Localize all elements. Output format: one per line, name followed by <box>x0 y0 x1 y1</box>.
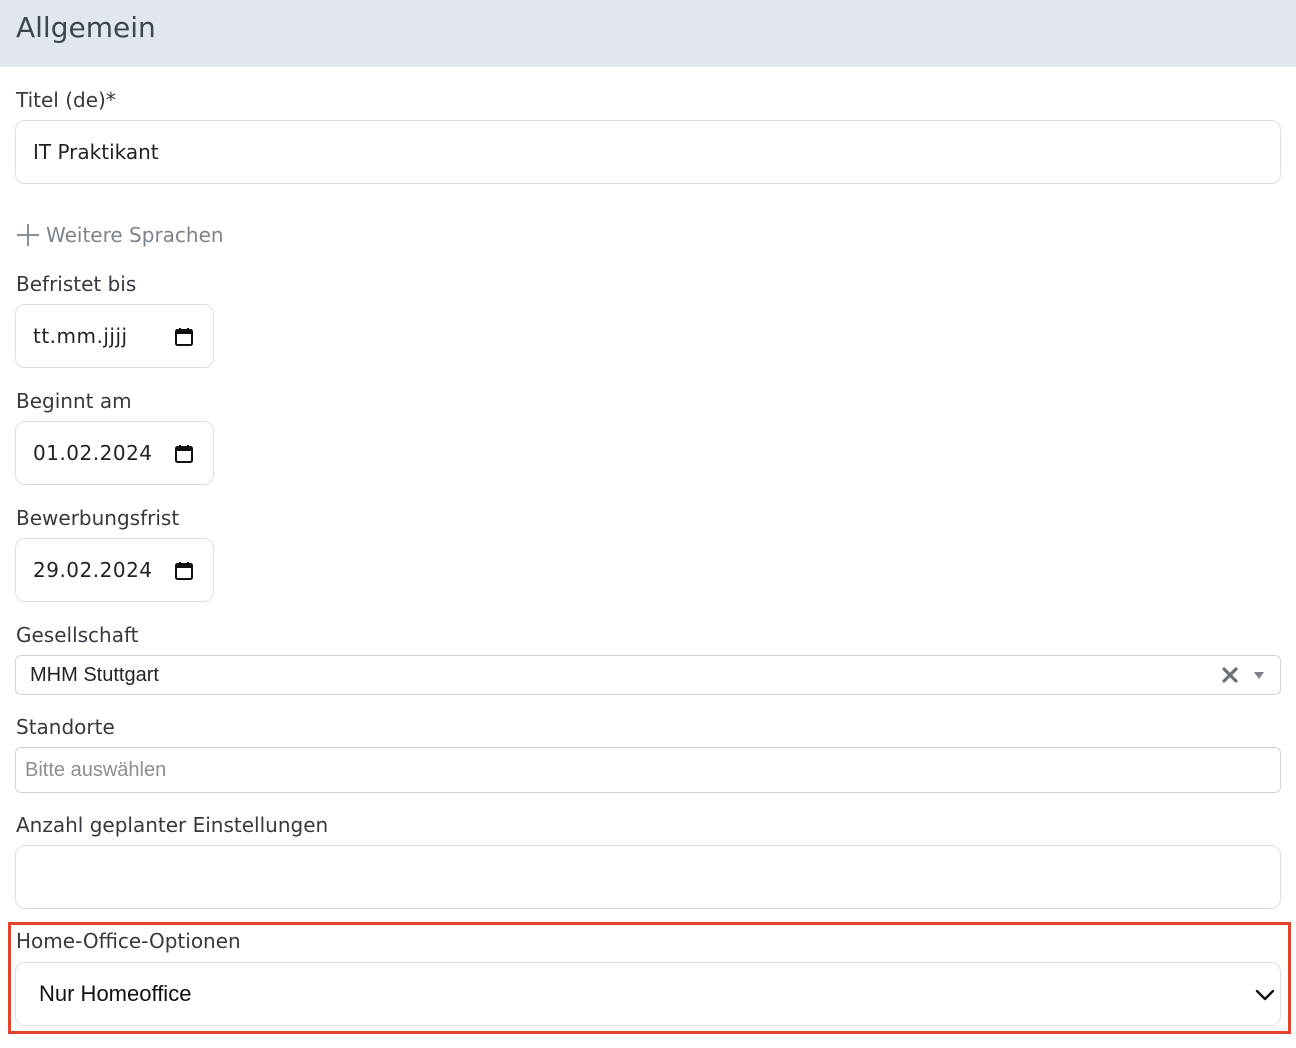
standorte-placeholder: Bitte auswählen <box>25 759 167 781</box>
beginnt-am-date-input[interactable]: 01.02.2024 <box>15 421 214 485</box>
bewerbungsfrist-label: Bewerbungsfrist <box>16 506 180 530</box>
more-languages-link[interactable]: Weitere Sprachen <box>16 220 224 250</box>
befristet-bis-value: tt.mm.jjjj <box>33 324 128 348</box>
gesellschaft-selected-value: MHM Stuttgart <box>30 664 159 686</box>
more-languages-label: Weitere Sprachen <box>46 223 224 247</box>
title-input[interactable]: IT Praktikant <box>15 120 1281 184</box>
dropdown-arrow-icon[interactable] <box>1252 668 1266 682</box>
home-office-selected-value: Nur Homeoffice <box>39 981 192 1006</box>
clear-icon[interactable] <box>1220 665 1240 685</box>
standorte-label: Standorte <box>16 715 115 739</box>
bewerbungsfrist-value: 29.02.2024 <box>33 558 153 582</box>
befristet-bis-date-input[interactable]: tt.mm.jjjj <box>15 304 214 368</box>
gesellschaft-select[interactable]: MHM Stuttgart <box>15 655 1281 695</box>
befristet-bis-label: Befristet bis <box>16 272 137 296</box>
section-title: Allgemein <box>16 11 156 44</box>
anzahl-input[interactable] <box>15 845 1281 909</box>
home-office-select[interactable]: Nur Homeoffice <box>15 962 1281 1026</box>
title-label: Titel (de)* <box>16 88 116 112</box>
title-input-value: IT Praktikant <box>33 140 159 164</box>
plus-icon <box>17 224 39 246</box>
standorte-multiselect[interactable]: Bitte auswählen <box>15 747 1281 793</box>
bewerbungsfrist-date-input[interactable]: 29.02.2024 <box>15 538 214 602</box>
calendar-icon[interactable] <box>174 327 194 347</box>
beginnt-am-value: 01.02.2024 <box>33 441 153 465</box>
section-header: Allgemein <box>0 0 1296 67</box>
gesellschaft-label: Gesellschaft <box>16 623 139 647</box>
chevron-down-icon[interactable] <box>1254 984 1276 1006</box>
anzahl-label: Anzahl geplanter Einstellungen <box>16 813 329 837</box>
home-office-label: Home-Office-Optionen <box>16 929 241 953</box>
calendar-icon[interactable] <box>174 444 194 464</box>
beginnt-am-label: Beginnt am <box>16 389 132 413</box>
calendar-icon[interactable] <box>174 561 194 581</box>
